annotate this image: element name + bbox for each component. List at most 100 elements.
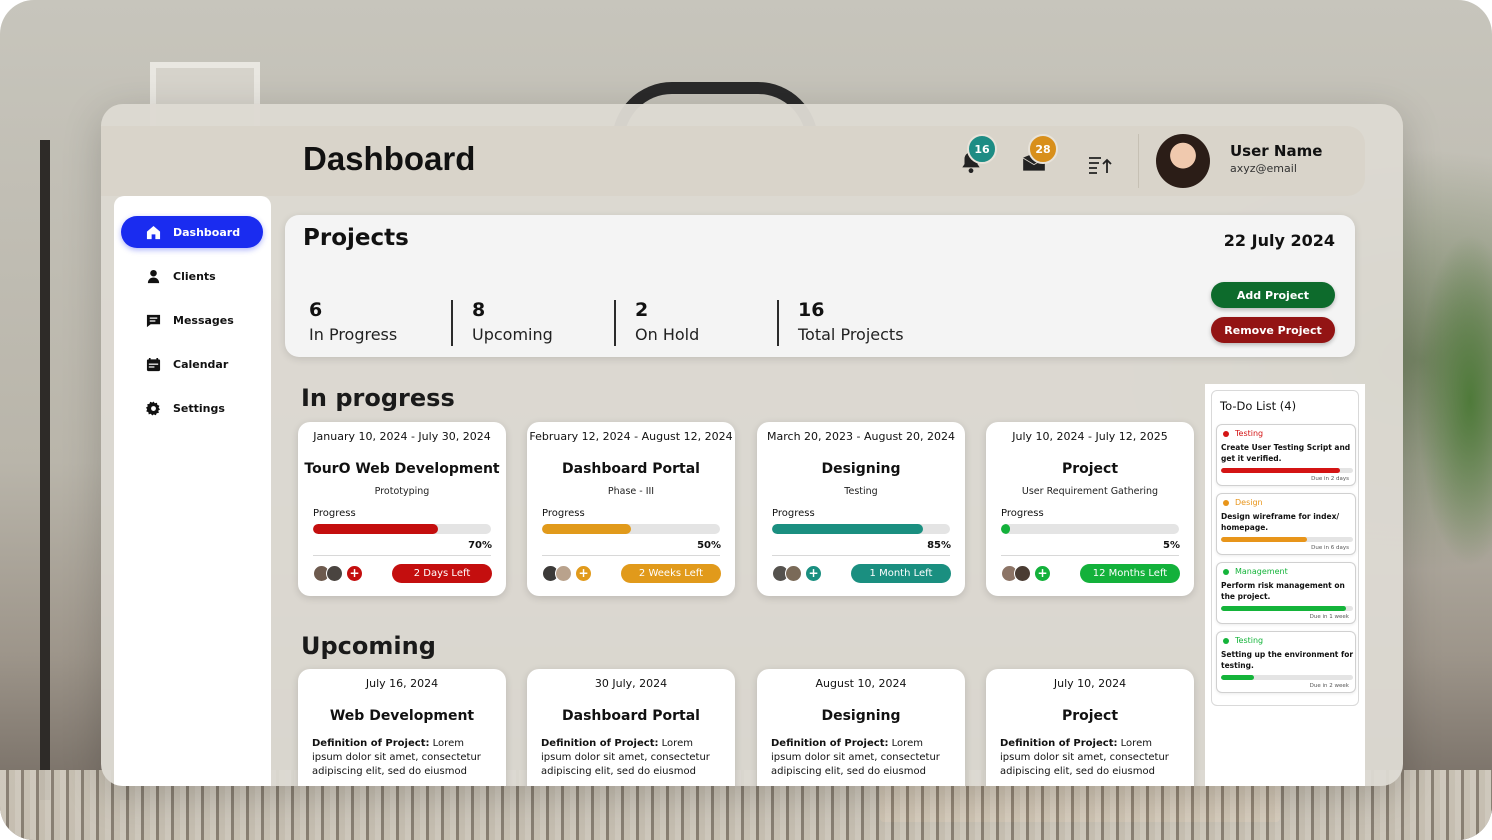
card-divider xyxy=(1001,555,1179,556)
project-name: TourO Web Development xyxy=(304,461,500,477)
todo-due: Due in 2 week xyxy=(1309,683,1349,689)
page-title: Dashboard xyxy=(303,140,476,177)
avatar[interactable] xyxy=(1156,134,1210,188)
remove-project-button[interactable]: Remove Project xyxy=(1211,317,1335,343)
progress-fill xyxy=(542,524,631,534)
project-card[interactable]: January 10, 2024 - July 30, 2024 TourO W… xyxy=(298,422,506,596)
due-badge: 2 Weeks Left xyxy=(621,564,721,583)
todo-progress-bar xyxy=(1221,537,1353,542)
progress-fill xyxy=(772,524,924,534)
add-member-icon[interactable]: + xyxy=(347,565,362,581)
stat-value: 2 xyxy=(635,299,649,321)
progress-fill xyxy=(313,524,438,534)
stat-upcoming: 8 Upcoming xyxy=(472,299,553,347)
progress-percent: 50% xyxy=(697,540,721,551)
project-phase: Testing xyxy=(844,486,878,497)
stat-label: Total Projects xyxy=(798,325,904,344)
progress-fill xyxy=(1001,524,1010,534)
project-definition: Definition of Project: Lorem ipsum dolor… xyxy=(771,737,953,779)
due-badge: 2 Days Left xyxy=(392,564,492,583)
project-phase: Phase - III xyxy=(607,486,655,497)
stat-divider xyxy=(614,300,616,346)
card-divider xyxy=(542,555,720,556)
sidebar-item-dashboard[interactable]: Dashboard xyxy=(121,216,263,248)
todo-tag-label: Design xyxy=(1235,498,1263,507)
todo-due: Due in 1 week xyxy=(1309,614,1349,620)
project-card[interactable]: July 10, 2024 - July 12, 2025 Project Us… xyxy=(986,422,1194,596)
progress-label: Progress xyxy=(772,508,815,519)
todo-tag: Testing xyxy=(1223,429,1263,438)
projects-summary-card: Projects 22 July 2024 6 In Progress 8 Up… xyxy=(285,215,1355,357)
progress-percent: 85% xyxy=(927,540,951,551)
message-icon xyxy=(146,314,161,327)
stat-divider xyxy=(777,300,779,346)
todo-description: Create User Testing Script and get it ve… xyxy=(1221,443,1351,463)
stat-in-progress: 6 In Progress xyxy=(309,299,397,347)
definition-label: Definition of Project: xyxy=(312,738,430,749)
sort-list-icon[interactable] xyxy=(1087,152,1113,178)
header-divider xyxy=(1138,134,1139,188)
progress-bar xyxy=(772,524,950,534)
todo-item[interactable]: Design Design wireframe for index/ homep… xyxy=(1216,493,1356,555)
add-project-button[interactable]: Add Project xyxy=(1211,282,1335,308)
user-name: User Name xyxy=(1230,142,1323,160)
calendar-icon xyxy=(146,357,161,371)
progress-percent: 5% xyxy=(1163,540,1180,551)
sidebar-item-clients[interactable]: Clients xyxy=(121,260,263,292)
progress-label: Progress xyxy=(542,508,585,519)
project-dates: March 20, 2023 - August 20, 2024 xyxy=(767,430,955,443)
todo-title: To-Do List (4) xyxy=(1220,399,1297,413)
due-badge: 12 Months Left xyxy=(1080,564,1180,583)
todo-list: To-Do List (4) Testing Create User Testi… xyxy=(1211,390,1359,706)
status-dot xyxy=(1223,430,1229,437)
definition-label: Definition of Project: xyxy=(1000,738,1118,749)
stat-total-projects: 16 Total Projects xyxy=(798,299,904,347)
due-badge: 1 Month Left xyxy=(851,564,951,583)
notification-badge: 16 xyxy=(967,134,997,164)
upcoming-heading: Upcoming xyxy=(301,632,436,660)
todo-due: Due in 2 days xyxy=(1311,476,1349,482)
stat-label: Upcoming xyxy=(472,325,553,344)
project-card[interactable]: March 20, 2023 - August 20, 2024 Designi… xyxy=(757,422,965,596)
stat-value: 8 xyxy=(472,299,486,321)
sidebar-item-messages[interactable]: Messages xyxy=(121,304,263,336)
project-name: Dashboard Portal xyxy=(562,708,700,724)
todo-progress-fill xyxy=(1221,468,1340,473)
team-avatars: + xyxy=(1001,564,1050,582)
upcoming-card[interactable]: July 16, 2024 Web Development Definition… xyxy=(298,669,506,786)
todo-item[interactable]: Testing Create User Testing Script and g… xyxy=(1216,424,1356,486)
team-avatars: + xyxy=(772,564,821,582)
project-name: Designing xyxy=(821,708,901,724)
status-dot xyxy=(1223,499,1229,506)
add-member-icon[interactable]: + xyxy=(576,565,591,581)
stat-value: 6 xyxy=(309,299,323,321)
project-dates: January 10, 2024 - July 30, 2024 xyxy=(313,430,491,443)
progress-bar xyxy=(542,524,720,534)
add-member-icon[interactable]: + xyxy=(806,565,821,581)
upcoming-card[interactable]: July 10, 2024 Project Definition of Proj… xyxy=(986,669,1194,786)
mail-badge: 28 xyxy=(1028,134,1058,164)
todo-tag: Testing xyxy=(1223,636,1263,645)
upcoming-card[interactable]: August 10, 2024 Designing Definition of … xyxy=(757,669,965,786)
project-dates: July 10, 2024 - July 12, 2025 xyxy=(1012,430,1168,443)
project-card[interactable]: February 12, 2024 - August 12, 2024 Dash… xyxy=(527,422,735,596)
user-icon xyxy=(147,269,160,283)
team-avatars: + xyxy=(313,564,362,582)
todo-item[interactable]: Management Perform risk management on th… xyxy=(1216,562,1356,624)
todo-progress-fill xyxy=(1221,537,1307,542)
todo-due: Due in 6 days xyxy=(1311,545,1349,551)
card-divider xyxy=(772,555,950,556)
sidebar-item-label: Settings xyxy=(173,401,225,415)
progress-percent: 70% xyxy=(468,540,492,551)
sidebar-item-calendar[interactable]: Calendar xyxy=(121,348,263,380)
avatar xyxy=(555,564,572,582)
avatar xyxy=(785,564,802,582)
card-divider xyxy=(313,555,491,556)
todo-item[interactable]: Testing Setting up the environment for t… xyxy=(1216,631,1356,693)
todo-tag: Design xyxy=(1223,498,1263,507)
sidebar-item-settings[interactable]: Settings xyxy=(121,392,263,424)
definition-label: Definition of Project: xyxy=(771,738,889,749)
add-member-icon[interactable]: + xyxy=(1035,565,1050,581)
definition-label: Definition of Project: xyxy=(541,738,659,749)
upcoming-card[interactable]: 30 July, 2024 Dashboard Portal Definitio… xyxy=(527,669,735,786)
